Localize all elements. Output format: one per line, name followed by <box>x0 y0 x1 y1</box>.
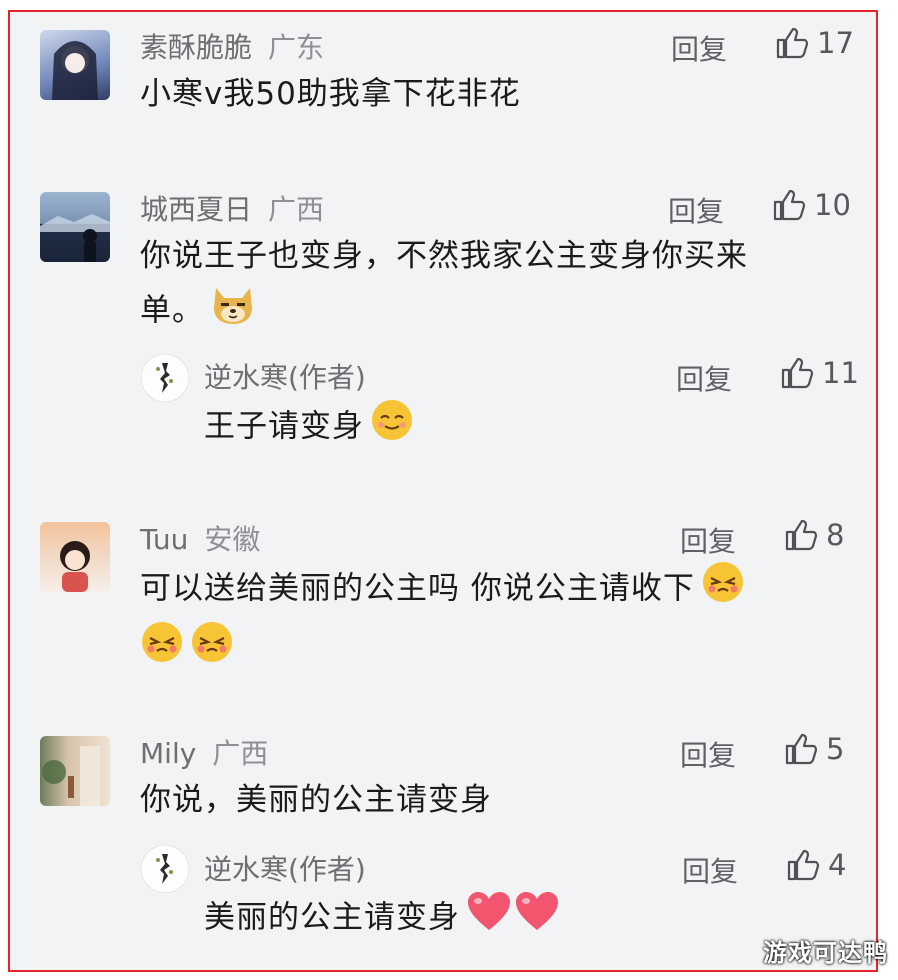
like-button[interactable]: 17 <box>775 26 854 60</box>
reply-button[interactable]: 回复 <box>680 520 736 560</box>
thumbs-up-icon <box>785 733 818 765</box>
comment-username[interactable]: 城西夏日 广西 <box>140 188 324 228</box>
author-avatar[interactable] <box>140 353 190 403</box>
reply-text: 美丽的公主请变身 <box>204 890 560 948</box>
like-count: 4 <box>828 848 847 882</box>
thumbs-up-icon <box>776 27 809 59</box>
thumbs-up-icon <box>781 357 814 389</box>
author-username[interactable]: 逆水寒(作者) <box>204 848 366 888</box>
comment-text: 你说，美丽的公主请变身 <box>140 782 492 818</box>
comment-text-line: 可以送给美丽的公主吗 你说公主请收下 <box>140 560 745 620</box>
thumbs-up-icon <box>773 189 806 221</box>
reply-text: 王子请变身 <box>204 398 414 458</box>
comment-location: 广西 <box>212 737 269 770</box>
thumbs-up-icon <box>787 849 820 881</box>
comment-text-line: 你说王子也变身，不然我家公主变身你买来 <box>140 238 748 274</box>
avatar[interactable] <box>40 30 110 100</box>
avatar[interactable] <box>40 736 110 806</box>
shy-emoji <box>701 560 745 620</box>
author-avatar[interactable] <box>140 844 190 894</box>
like-count: 11 <box>822 356 859 390</box>
watermark: 游戏可达鸭 <box>763 939 888 967</box>
like-button[interactable]: 5 <box>784 732 844 766</box>
comment-location: 安徽 <box>204 523 261 556</box>
avatar[interactable] <box>40 522 110 592</box>
reply-button[interactable]: 回复 <box>676 358 732 398</box>
comment-username[interactable]: Tuu 安徽 <box>140 518 260 558</box>
comment-text-line: 单。 <box>140 282 748 342</box>
avatar[interactable] <box>40 192 110 262</box>
author-username[interactable]: 逆水寒(作者) <box>204 356 366 396</box>
reply-text-fragment: 王子请变身 <box>204 408 364 445</box>
comment-username[interactable]: Mily 广西 <box>140 732 268 772</box>
reply-button[interactable]: 回复 <box>680 734 736 774</box>
like-button[interactable]: 10 <box>772 188 851 222</box>
comment-text: 可以送给美丽的公主吗 你说公主请收下 <box>140 560 745 680</box>
shy-emoji <box>190 620 234 680</box>
heart-emoji <box>514 890 560 948</box>
doge-emoji <box>210 282 256 342</box>
like-count: 5 <box>826 732 845 766</box>
thumbs-up-icon <box>785 519 818 551</box>
like-count: 8 <box>826 518 845 552</box>
comment-text-fragment: 可以送给美丽的公主吗 你说公主请收下 <box>140 570 695 607</box>
like-button[interactable]: 4 <box>786 848 846 882</box>
comment-text-fragment: 单。 <box>140 292 204 329</box>
comment-username[interactable]: 素酥脆脆 广东 <box>140 26 324 66</box>
smile-emoji <box>370 398 414 458</box>
comment-text: 小寒v我50助我拿下花非花 <box>140 76 521 112</box>
comment-text: 你说王子也变身，不然我家公主变身你买来 单。 <box>140 230 748 342</box>
comment-location: 广西 <box>268 193 325 226</box>
reply-button[interactable]: 回复 <box>671 28 727 68</box>
like-button[interactable]: 11 <box>780 356 859 390</box>
reply-text-fragment: 美丽的公主请变身 <box>204 899 460 936</box>
like-button[interactable]: 8 <box>784 518 844 552</box>
comment-location: 广东 <box>268 31 325 64</box>
reply-button[interactable]: 回复 <box>668 190 724 230</box>
comment-panel: 素酥脆脆 广东 回复 17 小寒v我50助我拿下花非花 城西夏日 广西 回复 10 … <box>8 10 878 972</box>
like-count: 17 <box>817 26 854 60</box>
heart-emoji <box>466 890 512 948</box>
comment-text-line <box>134 620 745 680</box>
like-count: 10 <box>814 188 851 222</box>
reply-button[interactable]: 回复 <box>682 850 738 890</box>
shy-emoji <box>140 620 184 680</box>
